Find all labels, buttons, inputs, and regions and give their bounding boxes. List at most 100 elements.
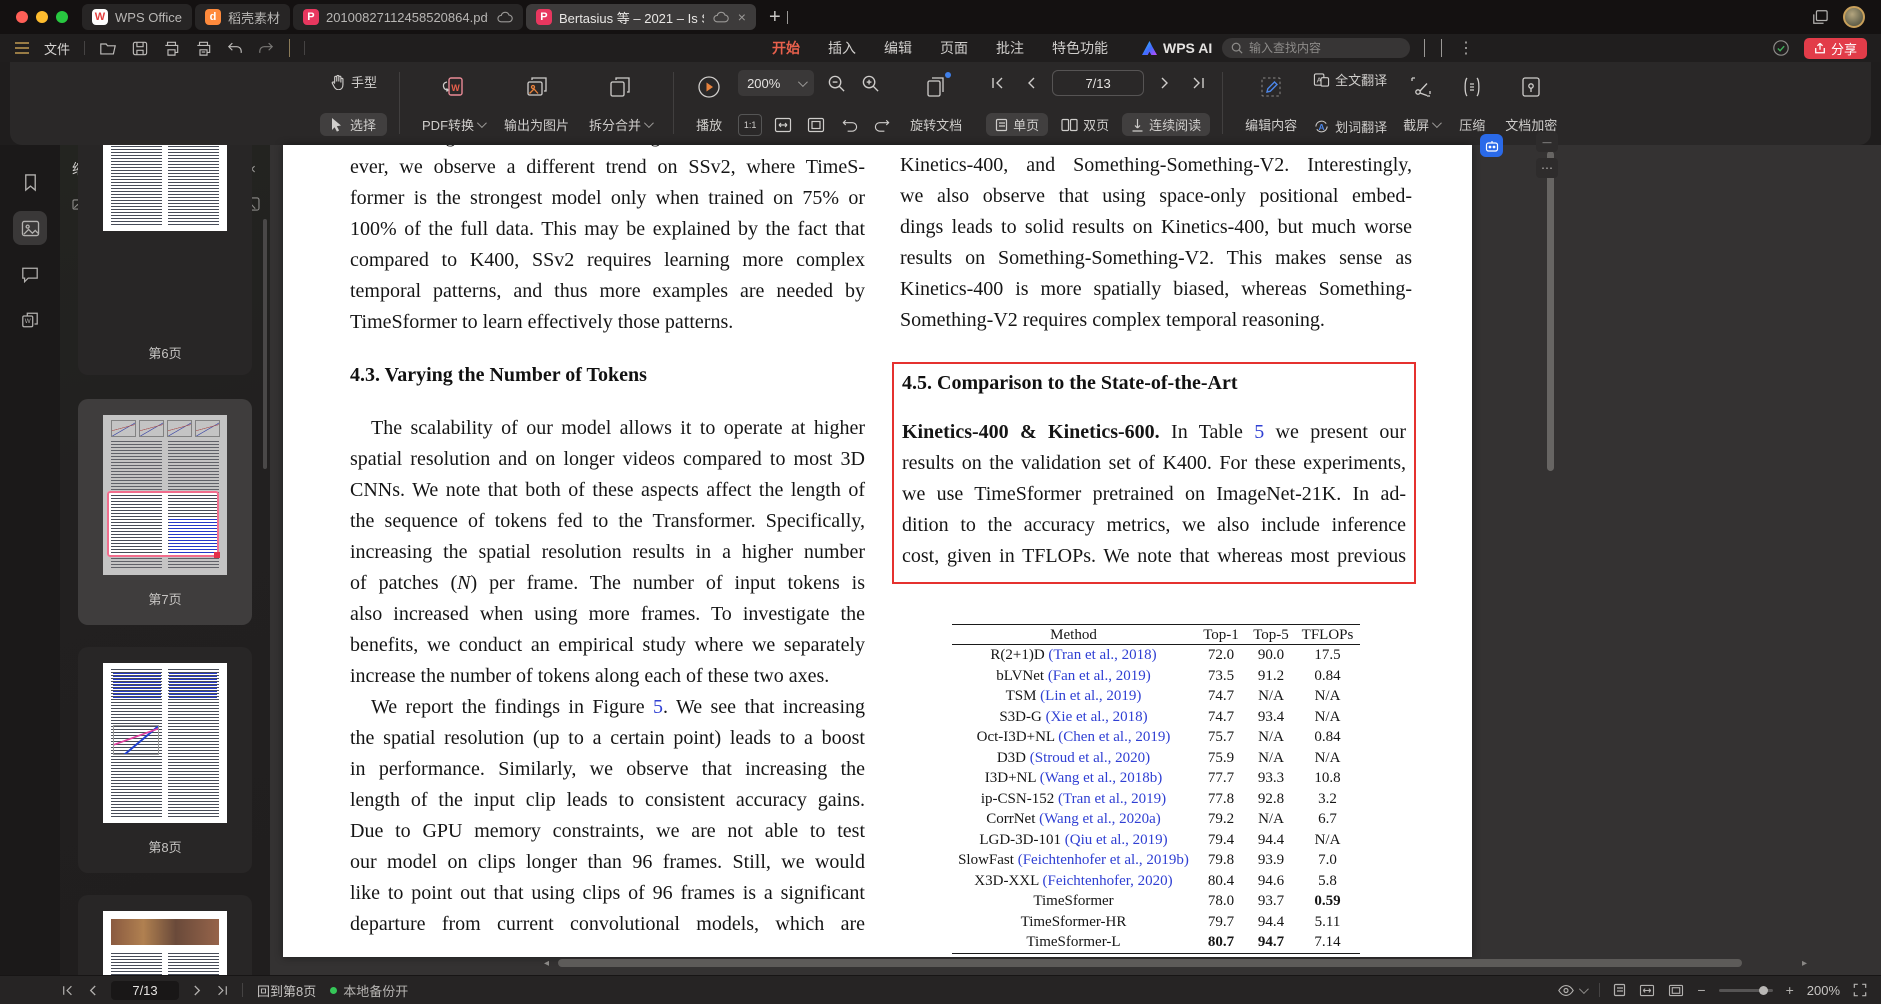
back-to-page-button[interactable]: 回到第8页 (257, 981, 316, 1000)
status-zoom-level[interactable]: 200% (1807, 983, 1840, 998)
new-tab-button[interactable]: + (769, 6, 781, 29)
ribbon-tab[interactable]: 插入 (828, 38, 856, 58)
viewport-indicator[interactable] (107, 491, 220, 558)
comments-panel-button[interactable] (13, 257, 47, 291)
single-page-mode-button[interactable]: 单页 (986, 113, 1049, 136)
zoom-out-icon[interactable]: − (1697, 982, 1705, 998)
more-options-icon[interactable]: ⋮ (1458, 38, 1474, 58)
tab-list-chevron-icon[interactable] (786, 11, 788, 24)
thumbnail-page-6[interactable]: 第6页 (78, 145, 252, 375)
previous-page-icon[interactable] (1019, 72, 1043, 94)
red-annotation-box[interactable]: 4.5. Comparison to the State-of-the-Art … (892, 362, 1416, 584)
tab-bertasius-pdf[interactable]: P Bertasius 等 – 2021 – Is Sp × (525, 4, 756, 30)
thumbnail-page-9-partial[interactable] (78, 895, 252, 975)
print-icon[interactable] (163, 41, 180, 56)
screenshot-button[interactable]: 截屏 (1393, 70, 1449, 136)
find-previous-icon[interactable] (1424, 39, 1425, 57)
zoom-out-icon[interactable] (824, 72, 848, 94)
rotate-right-icon[interactable] (870, 114, 894, 136)
panel-scrollbar[interactable] (263, 219, 267, 469)
page-number-input[interactable]: 7/13 (1052, 70, 1145, 96)
user-avatar[interactable] (1843, 6, 1865, 28)
fit-page-view-icon[interactable] (1668, 984, 1684, 997)
wps-ai-button[interactable]: WPS AI (1142, 34, 1212, 62)
hamburger-menu-icon[interactable] (14, 42, 30, 54)
ribbon-tab[interactable]: 编辑 (884, 38, 912, 58)
search-input[interactable] (1249, 41, 1389, 55)
share-button[interactable]: 分享 (1803, 37, 1867, 59)
play-presentation-button[interactable]: 播放 (686, 70, 732, 136)
ribbon-tab[interactable]: 页面 (940, 38, 968, 58)
continuous-reading-button[interactable]: 连续阅读 (1122, 113, 1211, 136)
thumbnails-panel-button[interactable] (13, 211, 47, 245)
word-translate-button[interactable]: A 划词翻译 (1313, 117, 1387, 136)
cloud-sync-status-icon[interactable] (1772, 39, 1790, 57)
thumbnail-page-7-selected[interactable]: 第7页 (78, 399, 252, 625)
save-icon[interactable] (132, 41, 148, 56)
single-page-view-icon[interactable] (1613, 983, 1626, 997)
pdf-convert-button[interactable]: W PDF转换 (412, 70, 494, 136)
full-text-translate-button[interactable]: A 全文翻译 (1313, 70, 1387, 89)
search-box[interactable] (1222, 38, 1410, 58)
maximize-window-button[interactable] (56, 11, 68, 23)
ribbon-tab[interactable]: 特色功能 (1052, 38, 1108, 58)
ribbon-tab[interactable]: 开始 (772, 38, 800, 58)
redo-icon[interactable] (258, 41, 274, 55)
fit-width-view-icon[interactable] (1639, 984, 1655, 997)
status-page-indicator[interactable]: 7/13 (111, 980, 179, 1000)
horizontal-scrollbar[interactable]: ◂ ▸ (544, 957, 1814, 969)
compress-button[interactable]: 压缩 (1449, 70, 1495, 136)
more-tools-button[interactable]: ⋯ (1536, 158, 1558, 178)
zoom-in-icon[interactable] (858, 72, 882, 94)
window-copy-icon[interactable] (1811, 9, 1829, 25)
select-tool-button[interactable]: 选择 (320, 113, 388, 136)
first-page-icon[interactable] (62, 985, 74, 996)
print-setup-icon[interactable] (195, 41, 212, 56)
close-tab-icon[interactable]: × (738, 9, 746, 25)
actual-size-button[interactable]: 1:1 (738, 114, 763, 136)
scroll-left-arrow-icon[interactable]: ◂ (544, 958, 556, 969)
collapse-toolbar-button[interactable]: — (1536, 132, 1558, 152)
rotate-document-button[interactable]: 旋转文档 (900, 70, 972, 136)
ribbon-tab[interactable]: 批注 (996, 38, 1024, 58)
edit-content-button[interactable]: 编辑内容 (1235, 70, 1307, 136)
tab-docer[interactable]: d 稻壳素材 (194, 4, 290, 30)
zoom-level-dropdown[interactable]: 200% (738, 70, 815, 96)
previous-page-icon[interactable] (88, 985, 97, 996)
fit-page-icon[interactable] (804, 114, 828, 136)
bookmarks-panel-button[interactable] (13, 165, 47, 199)
split-merge-button[interactable]: 拆分合并 (579, 70, 661, 136)
extract-pages-button[interactable]: W (13, 303, 47, 337)
minimize-window-button[interactable] (36, 11, 48, 23)
wps-ai-floating-button[interactable] (1480, 134, 1503, 157)
next-page-icon[interactable] (1153, 72, 1177, 94)
undo-icon[interactable] (227, 41, 243, 55)
tab-wps-office[interactable]: W WPS Office (82, 4, 192, 30)
export-as-image-button[interactable]: 输出为图片 (494, 70, 579, 136)
open-file-icon[interactable] (99, 41, 117, 56)
find-next-icon[interactable] (1441, 39, 1442, 57)
last-page-icon[interactable] (216, 985, 228, 996)
vertical-scrollbar-thumb[interactable] (1547, 151, 1554, 471)
rotate-left-icon[interactable] (837, 114, 861, 136)
tab-pdf-document[interactable]: P 20100827112458520864.pdf (292, 4, 523, 30)
double-page-mode-button[interactable]: 双页 (1052, 113, 1118, 136)
next-page-icon[interactable] (193, 985, 202, 996)
last-page-icon[interactable] (1186, 72, 1210, 94)
fullscreen-icon[interactable] (1853, 983, 1867, 997)
encrypt-document-button[interactable]: 文档加密 (1495, 70, 1567, 136)
local-backup-status[interactable]: 本地备份开 (330, 981, 408, 1000)
first-page-icon[interactable] (986, 72, 1010, 94)
scroll-right-arrow-icon[interactable]: ▸ (1802, 958, 1814, 969)
close-window-button[interactable] (16, 11, 28, 23)
horizontal-scrollbar-thumb[interactable] (558, 959, 1742, 967)
undo-history-chevron-icon[interactable] (289, 39, 291, 57)
eye-protection-icon[interactable] (1557, 983, 1590, 997)
hand-tool-button[interactable]: 手型 (320, 70, 387, 93)
thumbnail-page-8[interactable]: 第8页 (78, 647, 252, 873)
file-menu[interactable]: 文件 (44, 39, 70, 58)
zoom-slider[interactable] (1718, 985, 1773, 995)
zoom-slider-knob[interactable] (1758, 985, 1768, 995)
zoom-in-icon[interactable]: + (1786, 982, 1794, 998)
fit-width-icon[interactable] (771, 114, 795, 136)
